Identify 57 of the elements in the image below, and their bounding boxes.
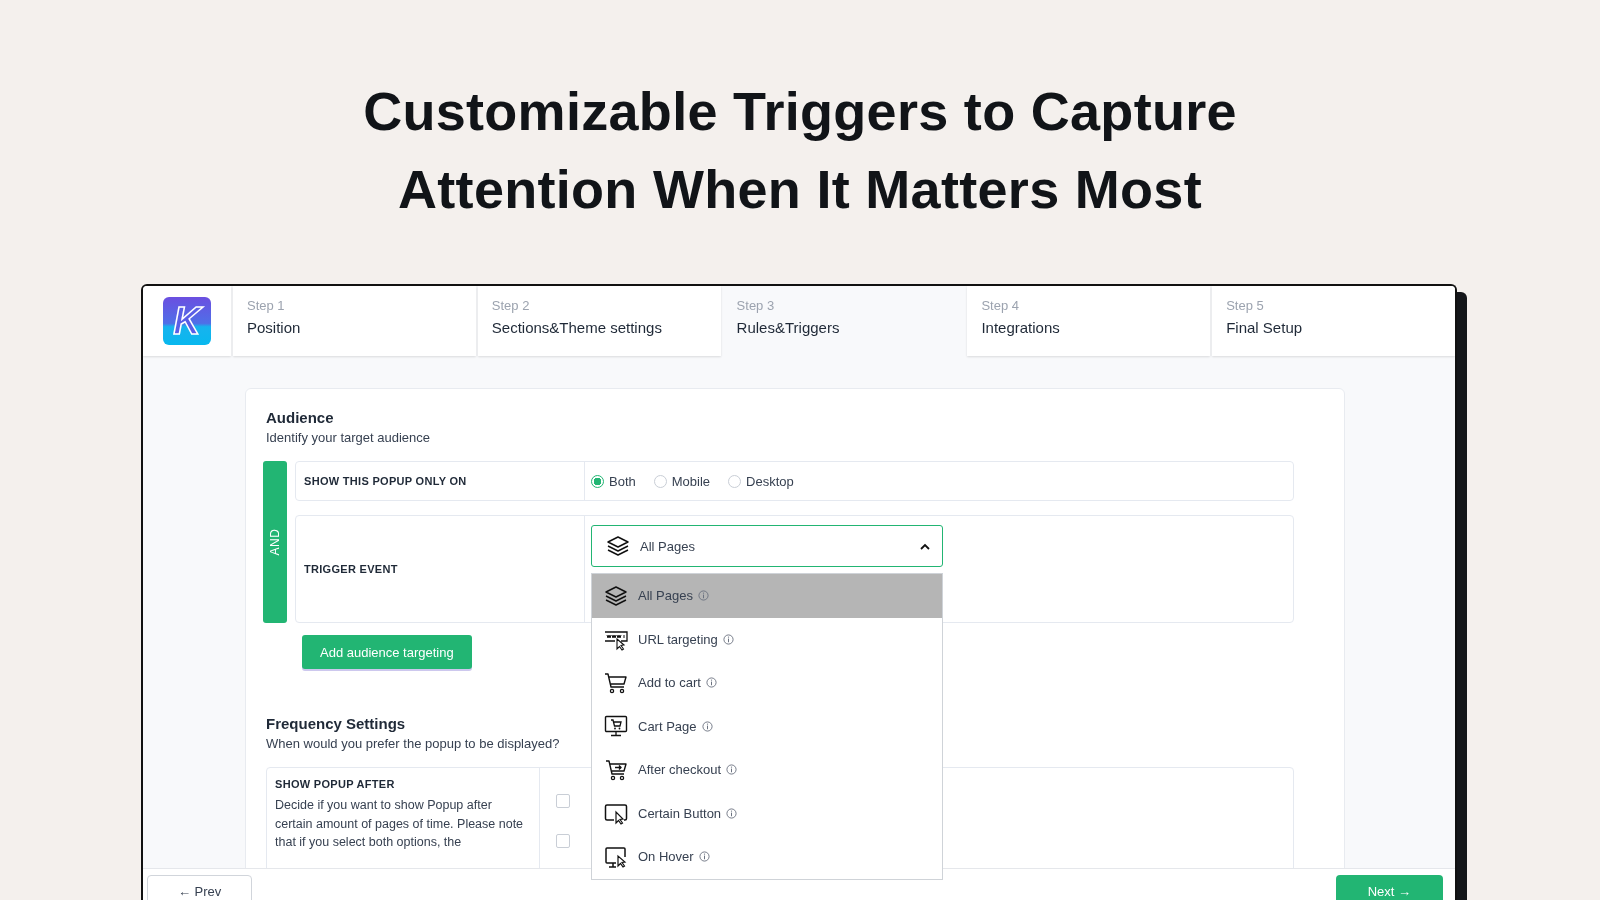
rule-description: Decide if you want to show Popup after certain amount of pages of time. Please note that if you select both options, the (275, 797, 525, 851)
step-number: Step 5 (1226, 298, 1265, 313)
section-subtitle: Identify your target audience (266, 430, 431, 445)
info-icon (697, 590, 709, 602)
prev-button[interactable]: ← Prev (147, 875, 253, 900)
section-title: Frequency Settings (266, 715, 406, 732)
radio-circle[interactable] (591, 474, 604, 488)
trigger-dropdown[interactable]: All Pages (591, 525, 943, 567)
step-label: Final Setup (1226, 319, 1304, 336)
monitor-cursor-icon (604, 844, 628, 869)
info-icon (726, 764, 738, 776)
menu-option[interactable]: On Hover (592, 835, 942, 879)
menu-option[interactable]: Cart Page (592, 704, 942, 748)
cart-arrow-icon (604, 757, 628, 782)
menu-option[interactable]: URL targeting (592, 617, 942, 661)
layers-icon (604, 583, 628, 608)
app-logo: K (163, 297, 211, 345)
step-number: Step 2 (491, 298, 531, 313)
monitor-cart-icon (604, 714, 628, 739)
and-connector: AND (263, 461, 287, 623)
menu-option[interactable]: Certain Button (592, 791, 942, 835)
radio-option[interactable]: Both (591, 473, 636, 489)
radio-circle[interactable] (728, 474, 742, 488)
section-title: Audience (266, 409, 334, 426)
step-number: Step 4 (981, 298, 1020, 313)
info-icon (701, 720, 713, 732)
step-number: Step 3 (736, 298, 776, 313)
step-label: Rules&Triggers (736, 319, 841, 336)
caret-icon (920, 542, 930, 550)
step-label: Sections&Theme settings (491, 319, 663, 336)
step-tab[interactable]: Step 5 Final Setup (1212, 286, 1455, 356)
menu-option[interactable]: Add to cart (592, 661, 942, 705)
info-icon (722, 633, 734, 645)
page-heading: Customizable Triggers to Capture Attention When It Matters Most (362, 80, 1238, 221)
radio-circle[interactable] (653, 474, 667, 488)
step-tab[interactable]: Step 4 Integrations (967, 286, 1211, 356)
checkbox[interactable] (556, 834, 570, 848)
menu-option[interactable]: After checkout (592, 748, 942, 792)
step-tab[interactable]: Step 2 Sections&Theme settings (477, 286, 721, 356)
menu-option[interactable]: All Pages (592, 574, 942, 618)
layers-icon (606, 534, 630, 558)
screen-cursor-icon (604, 801, 628, 826)
rule-label: SHOW POPUP AFTER (275, 778, 396, 790)
info-icon (705, 677, 717, 689)
section-subtitle: When would you prefer the popup to be displayed? (266, 736, 560, 751)
radio-option[interactable]: Desktop (728, 473, 794, 489)
step-label: Position (247, 319, 302, 336)
step-number: Step 1 (247, 298, 286, 313)
radio-option[interactable]: Mobile (653, 473, 711, 489)
info-icon (726, 807, 738, 819)
rule-label: SHOW THIS POPUP ONLY ON (304, 475, 467, 487)
info-icon (698, 851, 710, 863)
step-label: Integrations (981, 319, 1061, 336)
rule-label: TRIGGER EVENT (304, 563, 398, 575)
checkbox[interactable] (556, 794, 570, 808)
step-tab[interactable]: Step 1 Position (233, 286, 476, 356)
cart-icon (604, 670, 628, 695)
